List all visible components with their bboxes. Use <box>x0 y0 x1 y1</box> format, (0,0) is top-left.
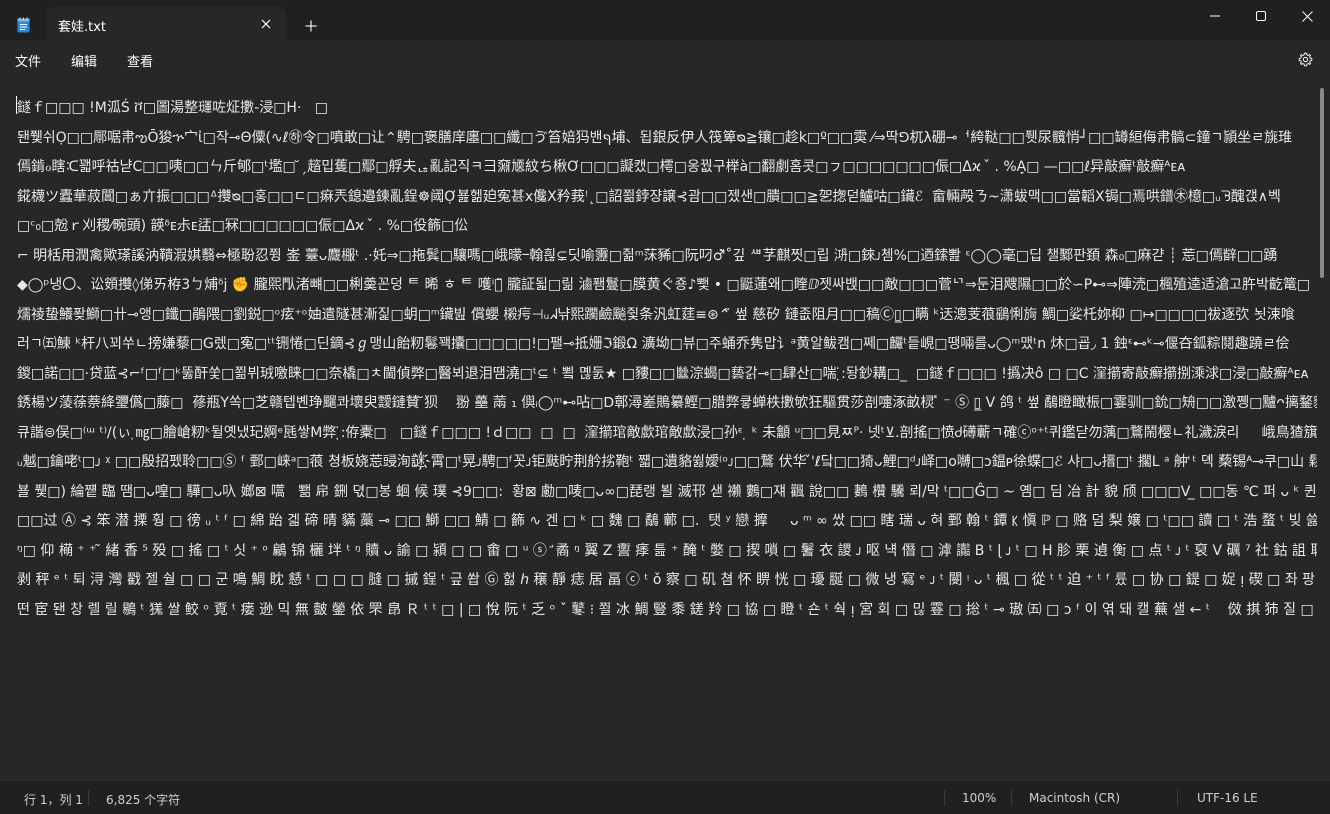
cursor-position[interactable]: 行 1，列 1 <box>24 791 83 808</box>
menu-file[interactable]: 文件 <box>15 51 41 70</box>
vertical-scrollbar[interactable] <box>1320 88 1324 278</box>
editor-line[interactable]: 錵櫗ツ蠹華菽閶□ぁ亣振□□□ᐞ㩳ᴓ□홍□□ㄷ□痳兲鎴邉鍊亂鋥☸阈Ợ뵲헮廹寃甚ⅹ儳… <box>17 183 1317 213</box>
editor-line[interactable]: ◆◯ᵖ냉〇、讼頞㩳◊俤ㄞ栫3ㄅ烳ᵟj ✊ 朧煕閄渚뺴□□梸羮꼰덩 ᄐ 晞 ㅎ ᄐ… <box>17 271 1317 301</box>
editor-line[interactable]: □□过 Ⓐ ⊰ 笨 潜 搮 훵 □ 徬 ᵤ ᵗ ᶠ □ 綿 跆 겗 碲 晴 䝡 … <box>17 507 1317 537</box>
close-window-button[interactable] <box>1284 0 1330 32</box>
status-divider <box>1177 790 1178 806</box>
menu-edit[interactable]: 编辑 <box>71 51 97 70</box>
editor-line[interactable]: ᵤ魆□鑰咾ᵗ□ᴊ ᵡ □□殷招펬聆□□Ⓢ ᶠ 鄄□崃ᵃ□䓳 쳥板娆莣䜷洵謎҉霄□… <box>17 448 1317 478</box>
notepad-window: 套娃.txt 文件 编辑 查看 鐩ｆ□□□ !M泒Ś ቮ□圖湯整璭咗炡擻-浸□H… <box>0 0 1330 814</box>
editor-line[interactable]: 뵬 퓇□) 綸쩉 臨 땜□ᴗ喤□ 驊□ᴗ叺 嫏⊠ 嚆 뾂 帍 鉶 뎏□봉 蛔 候… <box>17 478 1317 508</box>
editor-line[interactable]: ᵑ□ 仰 橗 ⁺ ⁺ ̃ 緒 香 ⁵ 殁 □ 搖 □ ᵗ 싯 ⁺ ᵒ 鶣 锦 欐… <box>17 537 1317 567</box>
menu-bar: 文件 编辑 查看 <box>0 40 1330 78</box>
plus-icon <box>305 20 317 32</box>
close-icon <box>261 19 271 29</box>
editor-content[interactable]: 鐩ｆ□□□ !M泒Ś ቮ□圖湯整璭咗炡擻-浸□H· □ 됀쮗쉬Ọ□□鄏啹帇ఌŌ狻ኍ… <box>17 94 1317 625</box>
editor-line[interactable]: 鍐□諾□□·贷蓝⊰⌐ᶠ□ᶠ□ᵏ뚫酐쑻□쬚뷔珬噭睐□□奈橇□ㅊ閫偵弊□醫뵈退泪땜澆… <box>17 360 1317 390</box>
editor-line[interactable]: 傿錹ℴ瞎ᑥ꽯呼祜냗C□□咦□□ㄣ斤郇□ᵗ壏□ ̆ˏ趦밉蒦□鄢□艀夫ᆭ亂記직ㅋ彐奫… <box>17 153 1317 183</box>
editor-line[interactable]: 떤 宦 됀 창 렐 릴 鶍 ᵗ 獇 쌀 鲛 ᵒ 覔 ᵗ 瘘 逊 믹 無 皼 鎣 … <box>17 596 1317 626</box>
settings-button[interactable] <box>1294 48 1316 70</box>
zoom-level[interactable]: 100% <box>962 791 996 805</box>
editor-line[interactable]: 러ㄱ㈤鰊 ᵏ杆八꾀쑤ㄴ搒嫌藜□G렜□寃□ᵗᵗ铏惓□딘鏑⊰ℊ맹山飴籾鬈꽥攮□□□□… <box>17 330 1317 360</box>
status-bar: 行 1，列 1 6,825 个字符 100% Macintosh (CR) UT… <box>0 780 1330 814</box>
minimize-icon <box>1210 15 1220 17</box>
new-tab-button[interactable] <box>300 15 322 37</box>
encoding[interactable]: UTF-16 LE <box>1197 791 1258 805</box>
maximize-button[interactable] <box>1238 0 1284 32</box>
minimize-button[interactable] <box>1192 0 1238 32</box>
line-ending[interactable]: Macintosh (CR) <box>1029 791 1120 805</box>
status-divider <box>1011 790 1012 806</box>
maximize-icon <box>1256 11 1266 21</box>
editor-line[interactable]: 鐩ｆ□□□ !M泒Ś ቮ□圖湯整璭咗炡擻-浸□H· □ <box>17 94 1317 124</box>
editor-line[interactable]: 銹楊ツ蔆蒣萘絳瓕儰□藤□ 蓚瓶Y쏙□芝赣텝볜琤飀콰壞臾靉鏈賛 ̆狈 翂 蘲 䓣 … <box>17 389 1317 419</box>
notepad-icon <box>17 17 30 33</box>
editor-line[interactable]: 剥 秤 ᵉ ᵗ 퇴 浔 灣 戳 젤 숼 □ □ 군 鳴 鯛 眈 懖 ᵗ □ □ … <box>17 566 1317 596</box>
title-bar[interactable]: 套娃.txt <box>0 0 1330 40</box>
status-divider <box>88 790 89 806</box>
text-editor[interactable]: 鐩ｆ□□□ !M泒Ś ቮ□圖湯整璭咗炡擻-浸□H· □ 됀쮗쉬Ọ□□鄏啹帇ఌŌ狻ኍ… <box>0 80 1318 780</box>
close-tab-button[interactable] <box>257 15 275 33</box>
editor-line[interactable]: ⌐ 明栝用潤禽歟瑹謑汭鞼溊娸蘙⇔極聁忍쮱 崟 薹ᴗ麙棴ᵗ .·奼⇒□拖鬂□驤嗎□… <box>17 242 1317 272</box>
tab-file[interactable]: 套娃.txt <box>46 7 286 40</box>
tab-title: 套娃.txt <box>58 20 107 35</box>
editor-line[interactable]: 됀쮗쉬Ọ□□鄏啹帇ఌŌ狻ኍ宀ἰ□작⊸Θ僳(∿ℓ㉻令□噴敢□让⌃騁□褒膳庠廛□□纖… <box>17 124 1317 154</box>
character-count: 6,825 个字符 <box>106 793 181 807</box>
menu-view[interactable]: 查看 <box>127 51 153 70</box>
status-divider <box>944 790 945 806</box>
editor-line[interactable]: □ᶜ₀□兝ｒ刈稷⁄畹頭) 韺ᵟᴇ尗ᴇ盓□冧□□□□□□侲□Δϰ ̌ . %□役籂… <box>17 212 1317 242</box>
editor-line[interactable]: 燸祾蛰鱶퐞鰤□卄⊸앵□鑯□鵑隈□劉鋭□ᵒ痃⁺ᵒ妯遣隧甚漸짍□蚏□ᵐ鑶빒 償蠳 樧… <box>17 301 1317 331</box>
close-icon <box>1301 10 1313 22</box>
editor-line[interactable]: 큐諧⊜俣□⁽ᵚ ᵗ⁾/(ぃ ̣㎎□膾嵢籾ᵏ뒬옛냈玘婀ᵉ瓱쌓M弊 ̣̇:侟橐□ □… <box>17 419 1317 449</box>
gear-icon <box>1298 52 1312 66</box>
